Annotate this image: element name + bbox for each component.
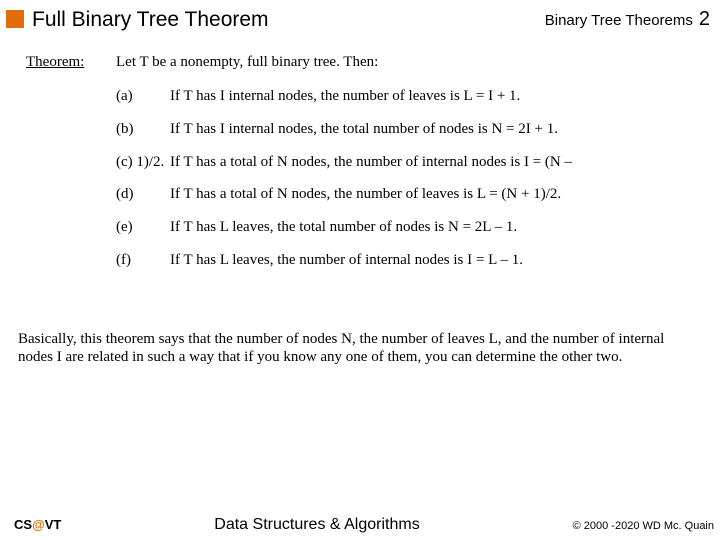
section-title: Binary Tree Theorems — [545, 6, 693, 29]
summary-paragraph: Basically, this theorem says that the nu… — [0, 330, 720, 368]
theorem-item: (c) 1)/2. If T has a total of N nodes, t… — [116, 153, 698, 172]
footer-copyright: © 2000 -2020 WD Mc. Quain — [573, 520, 714, 532]
theorem-intro: Let T be a nonempty, full binary tree. T… — [116, 54, 378, 71]
footer-vt: VT — [45, 517, 62, 532]
page-number: 2 — [693, 6, 710, 31]
item-label: (a) — [116, 87, 170, 106]
slide-title: Full Binary Tree Theorem — [32, 6, 545, 32]
theorem-heading-row: Theorem: Let T be a nonempty, full binar… — [26, 54, 698, 71]
item-text: If T has L leaves, the total number of n… — [170, 218, 698, 237]
item-text: If T has a total of N nodes, the number … — [170, 153, 698, 172]
theorem-label: Theorem: — [26, 54, 102, 71]
footer-left: CS@VT — [14, 517, 61, 532]
item-label: (b) — [116, 120, 170, 139]
item-label: (e) — [116, 218, 170, 237]
item-text: If T has L leaves, the number of interna… — [170, 251, 698, 270]
footer-center: Data Structures & Algorithms — [61, 516, 572, 534]
footer-at: @ — [32, 517, 45, 532]
slide-body: Theorem: Let T be a nonempty, full binar… — [0, 36, 720, 270]
slide-header: Full Binary Tree Theorem Binary Tree The… — [0, 0, 720, 36]
item-text: If T has I internal nodes, the number of… — [170, 87, 698, 106]
slide-footer: CS@VT Data Structures & Algorithms © 200… — [0, 516, 720, 534]
item-label: (f) — [116, 251, 170, 270]
theorem-items: (a) If T has I internal nodes, the numbe… — [26, 87, 698, 270]
theorem-item: (a) If T has I internal nodes, the numbe… — [116, 87, 698, 106]
item-text: If T has I internal nodes, the total num… — [170, 120, 698, 139]
theorem-item: (f) If T has L leaves, the number of int… — [116, 251, 698, 270]
theorem-item: (b) If T has I internal nodes, the total… — [116, 120, 698, 139]
theorem-item: (d) If T has a total of N nodes, the num… — [116, 185, 698, 204]
item-label: (c) 1)/2. — [116, 153, 170, 172]
item-label: (d) — [116, 185, 170, 204]
footer-cs: CS — [14, 517, 32, 532]
item-text: If T has a total of N nodes, the number … — [170, 185, 698, 204]
theorem-item: (e) If T has L leaves, the total number … — [116, 218, 698, 237]
header-accent-square — [6, 10, 24, 28]
